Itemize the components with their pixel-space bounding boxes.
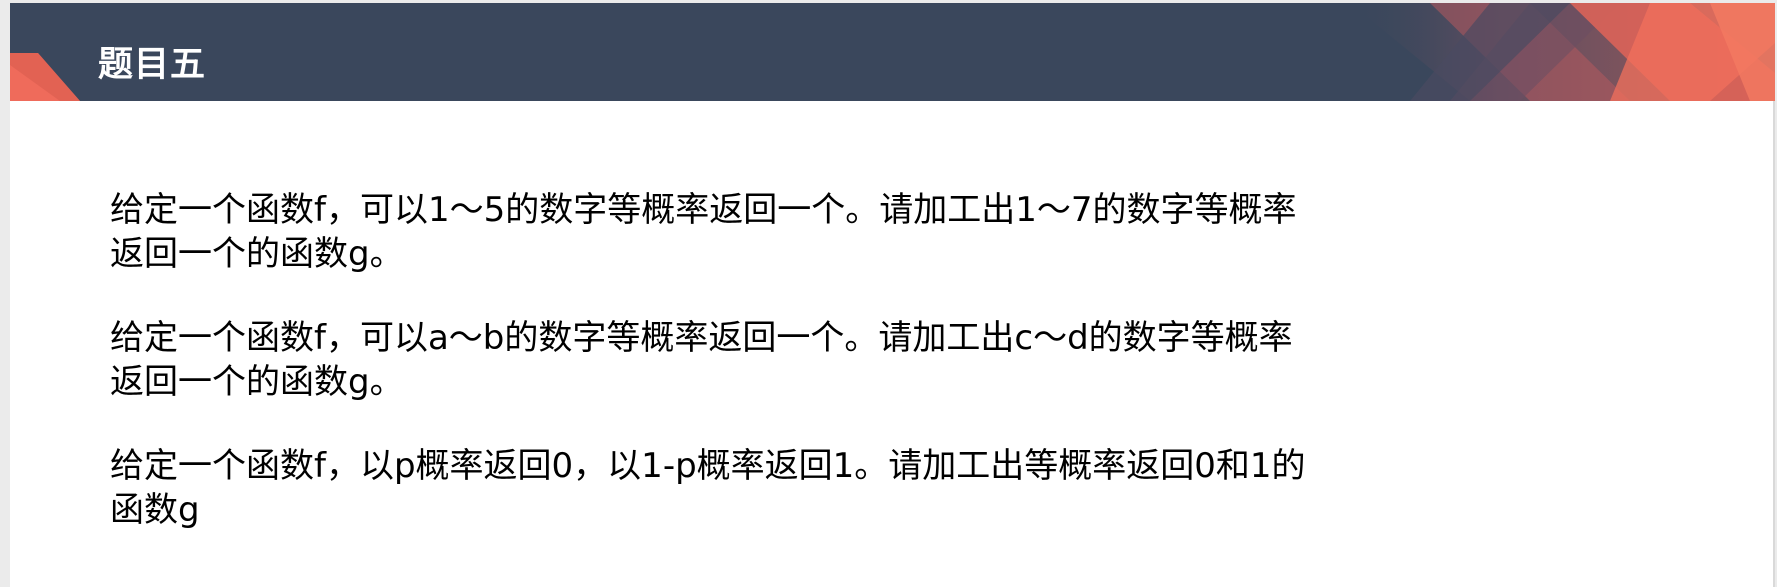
problem-list: 给定一个函数f，可以1～5的数字等概率返回一个。请加工出1～7的数字等概率 返回… xyxy=(110,188,1510,572)
problem-1-line-1: 给定一个函数f，可以1～5的数字等概率返回一个。请加工出1～7的数字等概率 xyxy=(110,190,1297,230)
problem-3-line-2: 函数g xyxy=(110,490,200,530)
problem-2: 给定一个函数f，可以a～b的数字等概率返回一个。请加工出c～d的数字等概率 返回… xyxy=(110,316,1510,404)
problem-3: 给定一个函数f，以p概率返回0，以1-p概率返回1。请加工出等概率返回0和1的 … xyxy=(110,444,1510,532)
problem-2-line-1: 给定一个函数f，可以a～b的数字等概率返回一个。请加工出c～d的数字等概率 xyxy=(110,318,1293,358)
problem-3-line-1: 给定一个函数f，以p概率返回0，以1-p概率返回1。请加工出等概率返回0和1的 xyxy=(110,446,1306,486)
problem-1-line-2: 返回一个的函数g。 xyxy=(110,234,404,274)
problem-1: 给定一个函数f，可以1～5的数字等概率返回一个。请加工出1～7的数字等概率 返回… xyxy=(110,188,1510,276)
problem-2-line-2: 返回一个的函数g。 xyxy=(110,362,404,402)
slide-title: 题目五 xyxy=(98,45,207,85)
page-edge xyxy=(1773,101,1775,587)
header-decoration xyxy=(10,3,1775,101)
header-bar: 题目五 xyxy=(10,3,1775,101)
slide: 题目五 给定一个函数f，可以1～5的数字等概率返回一个。请加工出1～7的数字等概… xyxy=(10,3,1775,587)
